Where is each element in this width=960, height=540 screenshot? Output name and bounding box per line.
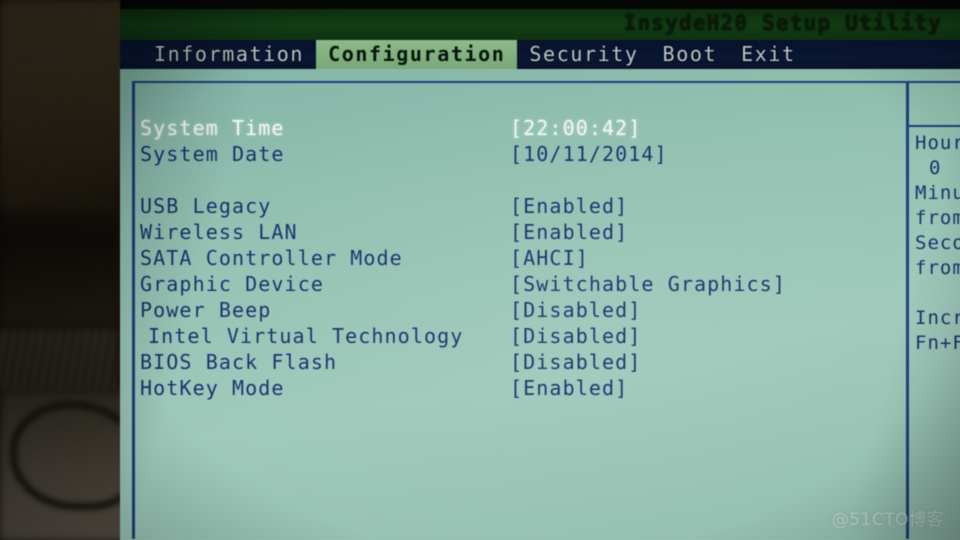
- setting-value[interactable]: [Enabled]: [510, 219, 628, 245]
- setting-value[interactable]: [Disabled]: [510, 349, 641, 375]
- setting-row-power-beep[interactable]: Power Beep [Disabled]: [140, 297, 900, 323]
- setting-label: Power Beep: [140, 298, 272, 322]
- content-help-divider-line: [906, 81, 909, 539]
- tab-information[interactable]: Information: [142, 40, 316, 69]
- setting-label: System Date: [140, 142, 285, 166]
- help-line: Seco: [915, 232, 960, 254]
- setting-value[interactable]: [Disabled]: [510, 297, 641, 323]
- setting-row-system-time[interactable]: System Time [22:00:42]: [140, 115, 900, 141]
- photograph-of-laptop-screen: InsydeH20 Setup Utility Information Conf…: [0, 0, 960, 540]
- setting-value[interactable]: [10/11/2014]: [510, 141, 668, 167]
- setting-row-usb-legacy[interactable]: USB Legacy [Enabled]: [140, 193, 900, 219]
- help-line: 0: [929, 157, 942, 179]
- page-title: InsydeH20 Setup Utility: [623, 11, 942, 35]
- help-line: from: [915, 207, 960, 229]
- setting-row-wireless-lan[interactable]: Wireless LAN [Enabled]: [140, 219, 900, 245]
- setting-row-bios-back-flash[interactable]: BIOS Back Flash [Disabled]: [140, 349, 900, 375]
- tab-boot[interactable]: Boot: [651, 40, 730, 69]
- setting-label: Intel Virtual Technology: [148, 324, 464, 348]
- tab-security[interactable]: Security: [517, 40, 650, 69]
- setting-value[interactable]: [22:00:42]: [510, 115, 641, 141]
- setting-row-sata-controller-mode[interactable]: SATA Controller Mode [AHCI]: [140, 245, 900, 271]
- setting-label: BIOS Back Flash: [140, 350, 338, 374]
- help-line: Minu: [915, 182, 960, 204]
- help-line: Hour: [915, 132, 960, 154]
- setting-row-graphic-device[interactable]: Graphic Device [Switchable Graphics]: [140, 271, 900, 297]
- setting-label: HotKey Mode: [140, 376, 285, 400]
- setting-value[interactable]: [Enabled]: [510, 193, 628, 219]
- settings-list: System Time [22:00:42] System Date [10/1…: [140, 115, 900, 401]
- setting-label: USB Legacy: [140, 194, 272, 218]
- help-line: Fn+F: [915, 332, 960, 354]
- help-line: Incr: [915, 307, 960, 329]
- setting-label: Wireless LAN: [140, 220, 298, 244]
- content-frame-top-line: [132, 81, 960, 83]
- setting-label: System Time: [140, 116, 285, 140]
- setting-row-intel-virtual-technology[interactable]: Intel Virtual Technology [Disabled]: [140, 323, 900, 349]
- help-spacer: [915, 281, 960, 306]
- setting-label: SATA Controller Mode: [140, 246, 403, 270]
- bios-screen: InsydeH20 Setup Utility Information Conf…: [120, 0, 960, 540]
- content-frame-left-line: [132, 81, 135, 539]
- tab-exit[interactable]: Exit: [729, 40, 808, 69]
- setting-label: Graphic Device: [140, 272, 324, 296]
- title-bar: InsydeH20 Setup Utility: [120, 9, 960, 40]
- help-panel: Hour 0 Minu from Seco from Incr Fn+F: [915, 131, 960, 356]
- setting-value[interactable]: [Switchable Graphics]: [510, 271, 786, 297]
- setting-row-hotkey-mode[interactable]: HotKey Mode [Enabled]: [140, 375, 900, 401]
- setting-row-system-date[interactable]: System Date [10/11/2014]: [140, 141, 900, 167]
- menu-tab-bar[interactable]: Information Configuration Security Boot …: [120, 40, 960, 69]
- watermark: @51CTO博客: [831, 510, 944, 530]
- setting-value[interactable]: [AHCI]: [510, 245, 589, 271]
- help-panel-separator-line: [909, 125, 960, 127]
- tab-configuration[interactable]: Configuration: [316, 40, 518, 69]
- setting-value[interactable]: [Enabled]: [510, 375, 628, 401]
- screen-top-border: [120, 0, 960, 9]
- setting-value[interactable]: [Disabled]: [510, 323, 641, 349]
- settings-page: System Time [22:00:42] System Date [10/1…: [120, 69, 960, 540]
- help-line: from: [915, 257, 960, 279]
